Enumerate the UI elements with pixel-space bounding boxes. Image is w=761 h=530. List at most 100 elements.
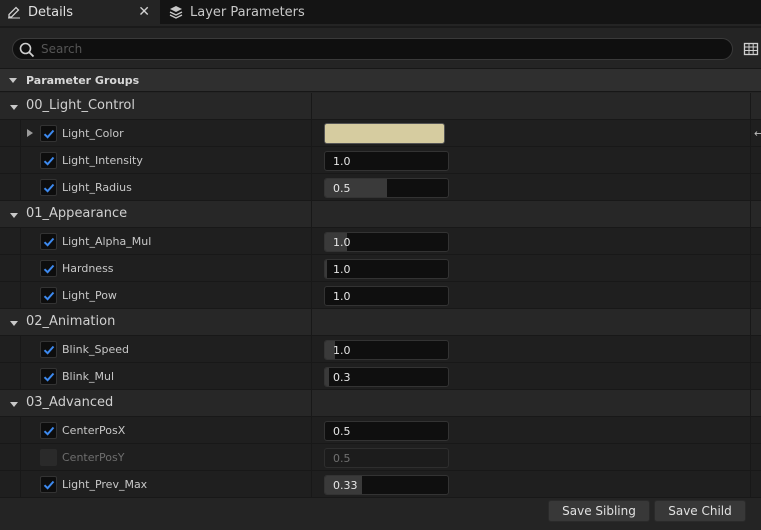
column-divider[interactable]	[311, 417, 312, 444]
group-row[interactable]: 00_Light_Control	[0, 93, 761, 120]
value-input[interactable]: 1.0	[324, 232, 449, 252]
parameter-row: Hardness 1.0	[0, 255, 761, 282]
category-parameter-groups[interactable]: Parameter Groups	[0, 68, 761, 92]
group-row[interactable]: 03_Advanced	[0, 390, 761, 417]
value-input[interactable]: 0.5	[324, 178, 449, 198]
column-divider	[750, 390, 751, 417]
tab-layer-parameters[interactable]: Layer Parameters	[162, 0, 322, 24]
value-text: 0.5	[333, 182, 351, 195]
value-input[interactable]: 1.0	[324, 151, 449, 171]
column-divider	[750, 417, 751, 444]
indent-divider	[20, 282, 21, 309]
column-divider	[750, 147, 751, 174]
parameter-checkbox[interactable]	[40, 341, 57, 358]
group-row[interactable]: 02_Animation	[0, 309, 761, 336]
parameter-row: Blink_Speed 1.0	[0, 336, 761, 363]
search-box[interactable]	[12, 38, 733, 60]
column-divider	[750, 201, 751, 228]
column-divider[interactable]	[311, 201, 312, 228]
arrow-left-icon[interactable]: ←	[754, 127, 761, 140]
chevron-down-icon	[9, 210, 19, 220]
indent-divider	[20, 363, 21, 390]
search-input[interactable]	[41, 41, 721, 57]
column-divider[interactable]	[311, 228, 312, 255]
value-input[interactable]: 0.3	[324, 367, 449, 387]
column-divider[interactable]	[311, 120, 312, 147]
indent-divider	[20, 255, 21, 282]
column-divider	[750, 363, 751, 390]
color-swatch[interactable]	[324, 123, 445, 144]
tab-label: Details	[28, 4, 74, 20]
parameter-checkbox[interactable]	[40, 449, 57, 466]
column-divider	[750, 228, 751, 255]
value-input[interactable]: 1.0	[324, 259, 449, 279]
column-divider[interactable]	[311, 390, 312, 417]
value-text: 0.5	[333, 452, 351, 465]
parameter-checkbox[interactable]	[40, 476, 57, 493]
tab-bar: Details ✕ Layer Parameters	[0, 0, 761, 26]
parameter-row: CenterPosX 0.5	[0, 417, 761, 444]
value-text: 1.0	[333, 344, 351, 357]
parameter-label: Light_Pow	[62, 289, 117, 302]
indent-divider	[20, 471, 21, 498]
chevron-down-icon	[9, 318, 19, 328]
parameter-checkbox[interactable]	[40, 287, 57, 304]
chevron-down-icon	[9, 102, 19, 112]
column-divider	[750, 471, 751, 498]
parameter-checkbox[interactable]	[40, 260, 57, 277]
layers-icon	[168, 4, 184, 20]
column-divider[interactable]	[311, 255, 312, 282]
parameter-label: Light_Color	[62, 127, 124, 140]
tab-label: Layer Parameters	[190, 4, 305, 20]
parameter-checkbox[interactable]	[40, 125, 57, 142]
column-divider[interactable]	[311, 336, 312, 363]
group-label: 00_Light_Control	[26, 98, 135, 113]
save-child-button[interactable]: Save Child	[654, 500, 746, 522]
parameter-label: Blink_Mul	[62, 370, 115, 383]
parameter-checkbox[interactable]	[40, 233, 57, 250]
value-input[interactable]: 0.5	[324, 421, 449, 441]
value-input[interactable]: 0.33	[324, 475, 449, 495]
value-text: 1.0	[333, 290, 351, 303]
value-input[interactable]: 1.0	[324, 340, 449, 360]
close-icon[interactable]: ✕	[138, 4, 150, 20]
indent-divider	[20, 120, 21, 147]
value-text: 1.0	[333, 155, 351, 168]
column-divider	[750, 255, 751, 282]
parameter-list: 00_Light_Control Light_Color ← Light_Intens…	[0, 93, 761, 498]
column-divider	[750, 444, 751, 471]
indent-divider	[20, 336, 21, 363]
value-text: 1.0	[333, 263, 351, 276]
column-divider[interactable]	[311, 147, 312, 174]
column-divider[interactable]	[311, 93, 312, 120]
tab-details[interactable]: Details ✕	[0, 0, 160, 24]
indent-divider	[20, 228, 21, 255]
group-row[interactable]: 01_Appearance	[0, 201, 761, 228]
parameter-checkbox[interactable]	[40, 152, 57, 169]
value-input[interactable]: 1.0	[324, 286, 449, 306]
parameter-label: CenterPosX	[62, 424, 126, 437]
table-view-icon[interactable]	[743, 41, 759, 57]
parameter-label: Blink_Speed	[62, 343, 129, 356]
column-divider[interactable]	[311, 282, 312, 309]
column-divider[interactable]	[311, 471, 312, 498]
parameter-checkbox[interactable]	[40, 368, 57, 385]
chevron-right-icon[interactable]	[26, 128, 34, 138]
column-divider[interactable]	[311, 444, 312, 471]
save-sibling-button[interactable]: Save Sibling	[548, 500, 650, 522]
column-divider[interactable]	[311, 363, 312, 390]
search-icon	[19, 42, 35, 58]
parameter-row: CenterPosY 0.5	[0, 444, 761, 471]
slider-fill	[325, 368, 329, 386]
column-divider[interactable]	[311, 309, 312, 336]
column-divider[interactable]	[311, 174, 312, 201]
parameter-label: Light_Radius	[62, 181, 132, 194]
column-divider	[750, 174, 751, 201]
parameter-checkbox[interactable]	[40, 422, 57, 439]
parameter-row: Light_Alpha_Mul 1.0	[0, 228, 761, 255]
column-divider	[750, 93, 751, 120]
indent-divider	[20, 174, 21, 201]
column-divider	[750, 282, 751, 309]
column-divider	[750, 309, 751, 336]
parameter-checkbox[interactable]	[40, 179, 57, 196]
